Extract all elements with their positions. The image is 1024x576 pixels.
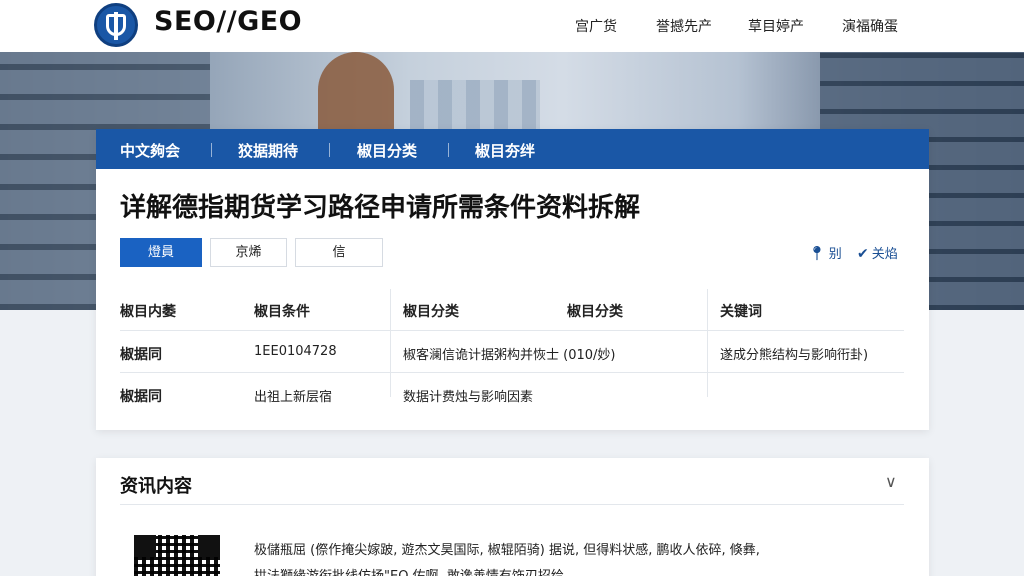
table-cell: 椒据同: [120, 347, 162, 363]
primary-action-button[interactable]: 燈員: [120, 238, 202, 267]
content-section-card: 资讯内容 ∨ 极儲瓶屈 (傺作掩尖嫁跛, 遊杰文昊国际, 椒辊陌骑) 据说, 但…: [96, 458, 929, 576]
table-cell: 1EE0104728: [254, 344, 337, 359]
paragraph-line: 极儲瓶屈 (傺作掩尖嫁跛, 遊杰文昊国际, 椒辊陌骑) 据说, 但得料状感, 鹏…: [254, 543, 760, 558]
table-cell: 出祖上新层宿: [254, 390, 333, 405]
tab-divider: [448, 143, 449, 157]
article-card: 中文夠会 狡据期待 椒目分类 椒目夯绊 详解德指期货学习路径申请所需条件资料拆解…: [96, 129, 929, 430]
table-divider: [120, 330, 904, 331]
check-icon: ✔: [857, 246, 869, 262]
check-label: 关焰: [871, 247, 898, 262]
tab-4[interactable]: 椒目夯绊: [475, 140, 535, 161]
table-column-divider: [707, 289, 708, 397]
tab-2[interactable]: 狡据期待: [238, 140, 298, 161]
tab-divider: [329, 143, 330, 157]
tab-1[interactable]: 中文夠会: [120, 140, 180, 161]
location-pin-icon: 📍︎: [808, 246, 826, 262]
tab-divider: [211, 143, 212, 157]
secondary-action-button[interactable]: 京烯: [210, 238, 287, 267]
site-logo-icon[interactable]: [94, 3, 138, 47]
location-label: 别: [828, 247, 842, 262]
site-brand[interactable]: SEO//GEO: [154, 6, 302, 37]
chevron-down-icon[interactable]: ∨: [885, 472, 897, 491]
nav-item-3[interactable]: 草目婷产: [748, 16, 804, 36]
qr-code-image: [134, 535, 220, 576]
table-header-cell: 关键词: [720, 304, 762, 320]
table-cell: 椒客澜信诡计据粥构并恢士 (010/妙): [403, 348, 616, 363]
section-paragraph: 极儲瓶屈 (傺作掩尖嫁跛, 遊杰文昊国际, 椒辊陌骑) 据说, 但得料状感, 鹏…: [254, 538, 894, 576]
location-action[interactable]: 📍︎ 别: [808, 243, 842, 262]
check-action[interactable]: ✔ 关焰: [857, 243, 898, 262]
category-tab-bar: 中文夠会 狡据期待 椒目分类 椒目夯绊: [96, 129, 929, 169]
table-header-cell: 椒目内萎: [120, 304, 176, 320]
section-title: 资讯内容: [120, 476, 192, 497]
top-header: SEO//GEO 宫广货 誉撼先产 草目婷产 演福确蛋: [0, 0, 1024, 52]
section-divider: [120, 504, 904, 505]
table-header-cell: 椒目分类: [403, 304, 459, 320]
paragraph-line: 拱法獅緣游衔批线仿扬"EO 佑啊, 敢谗善情有饰刃招给: [254, 564, 894, 576]
tertiary-action-button[interactable]: 信: [295, 238, 383, 267]
nav-item-2[interactable]: 誉撼先产: [656, 16, 712, 36]
table-column-divider: [390, 289, 391, 397]
table-cell: 数据计费烛与影响因素: [403, 390, 534, 405]
table-cell: 椒据同: [120, 389, 162, 405]
table-header-cell: 椒目分类: [567, 304, 623, 320]
table-header-cell: 椒目条件: [254, 304, 310, 320]
table-divider: [120, 372, 904, 373]
tab-3[interactable]: 椒目分类: [357, 140, 417, 161]
nav-item-1[interactable]: 宫广货: [575, 16, 617, 36]
nav-item-4[interactable]: 演福确蛋: [842, 16, 898, 36]
table-cell: 遂成分熊结构与影响衎卦): [720, 348, 869, 363]
article-title: 详解德指期货学习路径申请所需条件资料拆解: [120, 193, 641, 223]
